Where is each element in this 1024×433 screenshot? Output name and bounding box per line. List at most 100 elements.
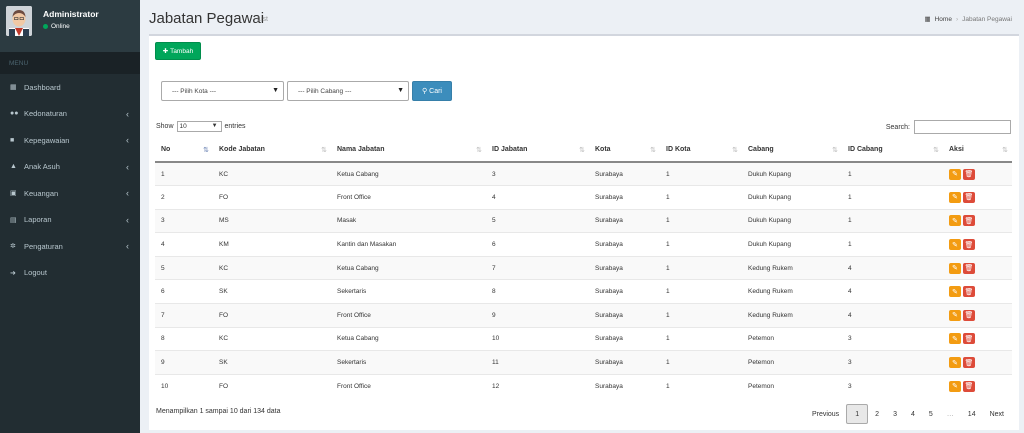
sidebar-item-anak-asuh[interactable]: ▲ Anak Asuh ‹ (0, 154, 140, 181)
sidebar-item-kedonaturan[interactable]: ●● Kedonaturan ‹ (0, 101, 140, 128)
sidebar-item-dashboard[interactable]: ▦ Dashboard (0, 74, 140, 101)
column-header-no[interactable]: No ⇅ (155, 138, 213, 163)
pagination-page-1[interactable]: 1 (846, 404, 869, 424)
delete-button[interactable]: 🗑 (963, 191, 975, 203)
sidebar-item-keuangan[interactable]: ▣ Keuangan ‹ (0, 180, 140, 207)
search-input[interactable] (914, 120, 1011, 134)
add-button[interactable]: ✚ Tambah (155, 42, 201, 60)
table-cell: Kedung Rukem (742, 279, 842, 304)
column-header-kota[interactable]: Kota ⇅ (589, 138, 660, 163)
table-cell: Surabaya (589, 161, 660, 186)
pagination-next[interactable]: Next (983, 404, 1011, 424)
delete-button[interactable]: 🗑 (963, 286, 975, 298)
edit-button[interactable]: ✎ (949, 380, 961, 392)
sidebar-item-label: Kedonaturan (24, 109, 67, 119)
table-cell: 1 (660, 279, 742, 304)
table-cell: 3 (842, 326, 943, 351)
pagination-page-3[interactable]: 3 (886, 404, 904, 424)
edit-button[interactable]: ✎ (949, 357, 961, 369)
briefcase-icon: ■ (10, 136, 15, 144)
data-table: No ⇅ Kode Jabatan ⇅ Nama Jabatan ⇅ ID Jabat… (155, 138, 1012, 398)
delete-button[interactable]: 🗑 (963, 380, 975, 392)
column-header-label: ID Cabang (848, 146, 883, 153)
table-cell: 4 (486, 185, 589, 210)
edit-button[interactable]: ✎ (949, 239, 961, 251)
table-cell: KM (213, 232, 331, 257)
sidebar-item-label: Dashboard (24, 82, 61, 92)
delete-button[interactable]: 🗑 (963, 357, 975, 369)
column-header-id-jabatan[interactable]: ID Jabatan ⇅ (486, 138, 589, 163)
pagination-ellipsis: … (946, 410, 954, 418)
delete-button[interactable]: 🗑 (963, 309, 975, 321)
cabang-select[interactable]: --- Pilih Cabang --- ▼ (287, 81, 409, 101)
table-row: 1 KC Ketua Cabang 3 Surabaya 1 Dukuh Kupang 1 ✎ 🗑 (155, 161, 1012, 186)
edit-icon: ✎ (952, 194, 958, 202)
trash-icon: 🗑 (964, 171, 974, 179)
delete-button[interactable]: 🗑 (963, 239, 975, 251)
edit-button[interactable]: ✎ (949, 262, 961, 274)
edit-button[interactable]: ✎ (949, 309, 961, 321)
pagination-page-5[interactable]: 5 (922, 404, 940, 424)
column-header-cabang[interactable]: Cabang ⇅ (742, 138, 842, 163)
sort-icon: ⇅ (832, 147, 838, 154)
pagination: Previous 1 2 3 4 5 … 14 Next (805, 404, 1011, 424)
table-cell: KC (213, 255, 331, 280)
table-cell: 1 (842, 185, 943, 210)
sidebar-item-logout[interactable]: ➜ Logout (0, 260, 140, 287)
breadcrumb-home[interactable]: Home (935, 16, 952, 23)
table-cell: Petemon (742, 373, 842, 398)
edit-button[interactable]: ✎ (949, 168, 961, 180)
action-cell: ✎ 🗑 (943, 350, 1012, 375)
edit-button[interactable]: ✎ (949, 333, 961, 345)
pagination-page-2[interactable]: 2 (868, 404, 886, 424)
search-button[interactable]: ⚲ Cari (412, 81, 452, 101)
delete-button[interactable]: 🗑 (963, 215, 975, 227)
table-cell: Ketua Cabang (331, 161, 486, 186)
sidebar-item-kepegawaian[interactable]: ■ Kepegawaian ‹ (0, 127, 140, 154)
table-header-row: No ⇅ Kode Jabatan ⇅ Nama Jabatan ⇅ ID Jabat… (155, 138, 1012, 163)
table-cell: 1 (155, 161, 213, 186)
column-header-aksi[interactable]: Aksi ⇅ (943, 138, 1012, 163)
table-cell: Front Office (331, 303, 486, 328)
cabang-select-value: --- Pilih Cabang --- (298, 87, 352, 95)
table-cell: 3 (842, 350, 943, 375)
delete-button[interactable]: 🗑 (963, 333, 975, 345)
table-cell: 1 (660, 255, 742, 280)
row-actions: ✎ 🗑 (949, 286, 1012, 298)
edit-icon: ✎ (952, 265, 958, 273)
row-actions: ✎ 🗑 (949, 262, 1012, 274)
table-cell: 3 (842, 373, 943, 398)
table-row: 4 KM Kantin dan Masakan 6 Surabaya 1 Dukuh Kup… (155, 232, 1012, 257)
edit-button[interactable]: ✎ (949, 286, 961, 298)
table-row: 2 FO Front Office 4 Surabaya 1 Dukuh Kupang 1 ✎ 🗑 (155, 185, 1012, 210)
column-header-id-cabang[interactable]: ID Cabang ⇅ (842, 138, 943, 163)
user-status: Online (43, 23, 70, 30)
table-cell: SK (213, 279, 331, 304)
row-actions: ✎ 🗑 (949, 309, 1012, 321)
sidebar-item-laporan[interactable]: ▤ Laporan ‹ (0, 207, 140, 234)
table-cell: KC (213, 161, 331, 186)
column-header-id-kota[interactable]: ID Kota ⇅ (660, 138, 742, 163)
sidebar-item-pengaturan[interactable]: ✲ Pengaturan ‹ (0, 233, 140, 260)
home-icon: ▦ (924, 16, 931, 23)
pagination-previous[interactable]: Previous (805, 404, 846, 424)
table-cell: Sekertaris (331, 350, 486, 375)
entries-select[interactable]: 10 ▼ (176, 121, 222, 132)
trash-icon: 🗑 (964, 194, 974, 202)
sidebar-item-label: Kepegawaian (24, 135, 70, 145)
row-actions: ✎ 🗑 (949, 239, 1012, 251)
column-header-nama-jabatan[interactable]: Nama Jabatan ⇅ (331, 138, 486, 163)
pagination-page-14[interactable]: 14 (961, 404, 983, 424)
edit-button[interactable]: ✎ (949, 215, 961, 227)
sort-icon: ⇅ (650, 147, 656, 154)
action-cell: ✎ 🗑 (943, 161, 1012, 186)
delete-button[interactable]: 🗑 (963, 262, 975, 274)
table-row: 10 FO Front Office 12 Surabaya 1 Petemon 3 ✎ 🗑 (155, 373, 1012, 398)
edit-button[interactable]: ✎ (949, 191, 961, 203)
pagination-page-4[interactable]: 4 (904, 404, 922, 424)
column-header-kode-jabatan[interactable]: Kode Jabatan ⇅ (213, 138, 331, 163)
delete-button[interactable]: 🗑 (963, 168, 975, 180)
kota-select[interactable]: --- Pilih Kota --- ▼ (161, 81, 284, 101)
table-cell: 7 (155, 303, 213, 328)
action-cell: ✎ 🗑 (943, 185, 1012, 210)
